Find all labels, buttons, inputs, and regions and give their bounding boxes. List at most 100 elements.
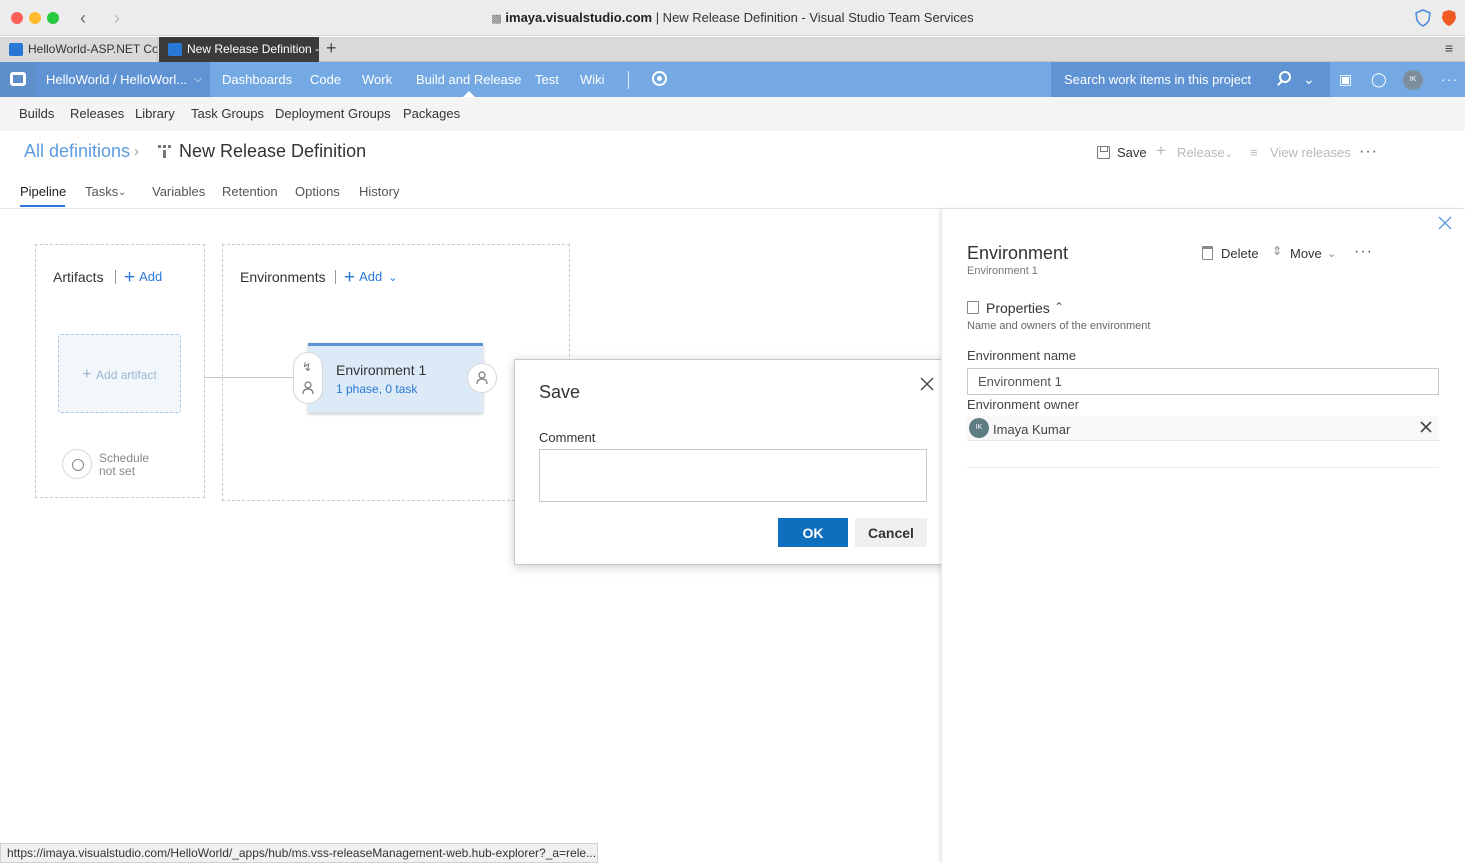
add-artifact-button[interactable]: + Add artifact <box>58 334 181 413</box>
environment-card[interactable] <box>308 343 483 413</box>
browser-tab-helloworld[interactable]: HelloWorld-ASP.NET Co <box>0 37 158 62</box>
nav-divider <box>628 71 629 89</box>
release-definition-icon <box>158 145 171 158</box>
search-work-items-input[interactable]: Search work items in this project ⌄ <box>1051 62 1330 97</box>
shield-extension-icon[interactable] <box>1415 9 1431 27</box>
feedback-icon[interactable]: ◯ <box>1371 62 1387 97</box>
list-icon: ≡ <box>1250 145 1258 160</box>
environment-card-tasks-link[interactable]: 1 phase, 0 task <box>336 382 417 396</box>
gear-icon[interactable] <box>652 71 667 86</box>
move-button[interactable]: Move <box>1290 246 1322 261</box>
schedule-line2: not set <box>99 464 136 478</box>
breadcrumb-chevron-icon: › <box>134 143 139 160</box>
project-name: HelloWorld / HelloWorl... <box>46 72 188 87</box>
subnav-library[interactable]: Library <box>135 97 175 131</box>
separator <box>115 270 116 284</box>
breadcrumb-all-definitions[interactable]: All definitions <box>24 141 130 162</box>
save-dialog: Save Comment OK Cancel <box>514 359 951 565</box>
comment-label: Comment <box>539 430 596 445</box>
nav-build-and-release[interactable]: Build and Release <box>416 62 522 97</box>
pre-deployment-conditions[interactable]: ↯ <box>293 352 323 404</box>
clock-icon[interactable] <box>62 449 92 479</box>
chevron-down-icon: ⌵ <box>193 73 202 85</box>
more-icon[interactable]: ··· <box>1441 62 1458 97</box>
close-icon[interactable] <box>1438 216 1452 230</box>
new-tab-button[interactable]: + <box>326 38 337 59</box>
tab-variables[interactable]: Variables <box>152 184 205 199</box>
add-environment-button[interactable]: + Add ⌄ <box>344 267 397 289</box>
lock-icon: ▩ <box>491 13 502 25</box>
subnav-releases[interactable]: Releases <box>70 97 124 131</box>
properties-section-title[interactable]: Properties <box>986 300 1050 316</box>
save-icon[interactable] <box>1097 146 1110 159</box>
nav-code[interactable]: Code <box>310 62 341 97</box>
schedule-status[interactable]: Schedule not set <box>99 452 169 478</box>
environment-card-title[interactable]: Environment 1 <box>336 362 426 378</box>
properties-icon <box>967 301 979 314</box>
more-actions-icon[interactable]: ··· <box>1359 143 1378 161</box>
lightning-icon: ↯ <box>302 360 313 374</box>
user-avatar[interactable]: IK <box>1403 70 1423 90</box>
plus-icon: + <box>82 366 97 383</box>
save-button[interactable]: Save <box>1117 145 1147 160</box>
browser-tab-label: HelloWorld-ASP.NET Co <box>28 42 158 56</box>
project-selector[interactable]: HelloWorld / HelloWorl... ⌵ <box>36 62 210 97</box>
brave-lion-icon[interactable] <box>1441 9 1457 27</box>
nav-work[interactable]: Work <box>362 62 392 97</box>
tab-options[interactable]: Options <box>295 184 340 199</box>
more-actions-icon[interactable]: ··· <box>1354 243 1373 261</box>
tab-tasks[interactable]: Tasks <box>85 184 118 199</box>
cancel-button[interactable]: Cancel <box>855 518 927 547</box>
tab-history[interactable]: History <box>359 184 399 199</box>
delete-button[interactable]: Delete <box>1221 246 1259 261</box>
subnav-packages[interactable]: Packages <box>403 97 460 131</box>
tab-menu-icon[interactable]: ≡ <box>1445 40 1453 56</box>
address-bar[interactable]: ▩ imaya.visualstudio.com | New Release D… <box>0 10 1465 25</box>
chevron-down-icon: ⌄ <box>388 272 398 284</box>
comment-input[interactable] <box>539 449 927 502</box>
view-releases-button[interactable]: View releases <box>1270 145 1351 160</box>
dialog-title: Save <box>539 382 581 402</box>
browser-tabbar: HelloWorld-ASP.NET Co New Release Defini… <box>0 37 1465 62</box>
plus-icon: + <box>124 267 136 288</box>
close-icon[interactable] <box>919 376 935 392</box>
nav-dashboards[interactable]: Dashboards <box>222 62 292 97</box>
move-updown-icon: ⇕ <box>1272 244 1283 258</box>
trash-icon[interactable] <box>1202 246 1213 260</box>
clear-owner-icon[interactable] <box>1420 421 1432 433</box>
sub-navigation: Builds Releases Library Task Groups Depl… <box>0 97 1465 131</box>
chevron-down-icon[interactable]: ⌄ <box>1224 147 1233 160</box>
subnav-task-groups[interactable]: Task Groups <box>191 97 264 131</box>
nav-test[interactable]: Test <box>535 62 559 97</box>
post-deployment-conditions[interactable] <box>467 363 497 393</box>
panel-divider <box>967 467 1439 468</box>
subnav-builds[interactable]: Builds <box>19 97 54 131</box>
browser-tab-release-definition[interactable]: New Release Definition - <box>159 37 319 62</box>
owner-name: Imaya Kumar <box>993 422 1071 437</box>
tab-retention[interactable]: Retention <box>222 184 278 199</box>
release-button[interactable]: Release <box>1177 145 1225 160</box>
panel-subtitle: Environment 1 <box>967 265 1038 277</box>
separator <box>335 270 336 284</box>
tab-pipeline[interactable]: Pipeline <box>20 184 66 199</box>
chevron-down-icon[interactable]: ⌄ <box>118 187 126 198</box>
chevron-down-icon[interactable]: ⌄ <box>1327 247 1336 260</box>
chevron-up-icon[interactable]: ⌃ <box>1054 300 1064 314</box>
environments-label: Environments <box>240 269 326 285</box>
search-icon[interactable] <box>1279 71 1291 83</box>
active-tab-indicator <box>20 205 65 207</box>
chevron-down-icon[interactable]: ⌄ <box>1303 62 1315 97</box>
address-title: | New Release Definition - Visual Studio… <box>652 10 974 25</box>
owner-avatar: IK <box>969 418 989 438</box>
search-placeholder: Search work items in this project <box>1064 72 1252 87</box>
person-icon <box>302 381 314 395</box>
ok-button[interactable]: OK <box>778 518 848 547</box>
vsts-top-bar: HelloWorld / HelloWorl... ⌵ Dashboards C… <box>0 62 1465 97</box>
subnav-deployment-groups[interactable]: Deployment Groups <box>275 97 391 131</box>
add-artifacts-button[interactable]: + Add <box>124 267 162 289</box>
shopping-bag-icon[interactable]: ▣ <box>1339 62 1352 97</box>
address-host: imaya.visualstudio.com <box>505 10 653 25</box>
nav-wiki[interactable]: Wiki <box>580 62 605 97</box>
environment-name-input[interactable] <box>967 368 1439 395</box>
vsts-logo-icon[interactable] <box>0 62 36 97</box>
